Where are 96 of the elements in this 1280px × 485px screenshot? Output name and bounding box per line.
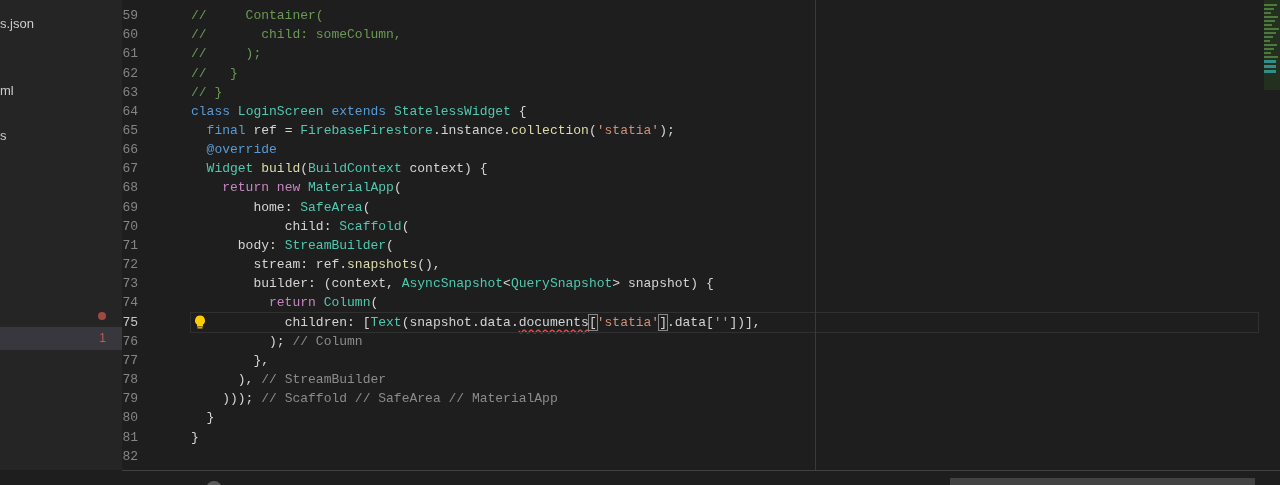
code-text: body: <box>237 237 277 253</box>
problem-count: 1 <box>99 331 106 346</box>
code-type: Text <box>370 314 402 330</box>
line-number: 78 <box>122 372 138 388</box>
line-number: 73 <box>122 276 138 292</box>
line-number: 72 <box>122 257 138 273</box>
code-text: ref = <box>253 123 293 138</box>
code-keyword: final <box>206 123 246 138</box>
code-text: }, <box>253 352 270 368</box>
code-type: MaterialApp <box>308 180 394 196</box>
line-number: 67 <box>122 161 138 177</box>
code-type: LoginScreen <box>237 103 324 119</box>
code-keyword: return <box>269 295 316 311</box>
line-number: 70 <box>122 218 138 234</box>
code-text: home: <box>253 199 293 215</box>
line-number: 59 <box>122 8 138 24</box>
code-text: < <box>503 276 511 292</box>
line-number: 64 <box>122 103 138 119</box>
line-number: 61 <box>122 46 138 62</box>
line-number: 74 <box>122 295 138 311</box>
code-text: ( <box>362 199 371 215</box>
line-number: 71 <box>122 237 138 253</box>
file-item[interactable]: s.json <box>0 12 122 35</box>
line-number: 77 <box>122 352 138 368</box>
code-text: } <box>191 429 199 445</box>
code-text: child: <box>284 218 332 234</box>
code-text: context) { <box>409 161 488 177</box>
code-keyword: @override <box>206 142 277 158</box>
code-type: Widget <box>206 161 254 177</box>
line-number: 80 <box>122 410 138 426</box>
code-comment: // } <box>191 84 223 100</box>
code-keyword: extends <box>331 103 387 119</box>
inline-hint: // StreamBuilder <box>261 372 387 388</box>
code-text: .data[ <box>666 314 714 330</box>
line-number: 79 <box>122 391 138 407</box>
code-text: ( <box>588 123 597 138</box>
code-text: .instance. <box>432 123 511 138</box>
code-type: StatelessWidget <box>393 103 511 119</box>
file-item[interactable]: s <box>0 124 122 147</box>
line-number: 82 <box>122 448 138 464</box>
code-type: Column <box>323 295 371 311</box>
line-number: 81 <box>122 429 138 445</box>
code-comment: // child: someColumn, <box>191 27 402 43</box>
code-comment: // Container( <box>191 8 324 24</box>
code-text: ))); <box>222 391 254 407</box>
line-number: 62 <box>122 65 138 81</box>
scrollbar-thumb[interactable] <box>950 478 1255 485</box>
code-keyword: return new <box>222 180 301 196</box>
inline-hint: // Scaffold // SafeArea // MaterialApp <box>261 391 558 407</box>
error-token: documents <box>518 314 589 330</box>
code-function: snapshots <box>347 257 418 273</box>
code-function: build <box>261 161 301 177</box>
line-number: 68 <box>122 180 138 196</box>
file-item[interactable]: ml <box>0 79 122 102</box>
code-text: stream: ref. <box>253 257 348 273</box>
code-type: QuerySnapshot <box>510 276 613 292</box>
line-number: 65 <box>122 123 138 138</box>
code-type: BuildContext <box>308 161 402 177</box>
code-text: ( <box>370 295 379 311</box>
code-type: AsyncSnapshot <box>401 276 504 292</box>
inline-hint: // Column <box>292 333 363 349</box>
code-type: SafeArea <box>300 199 363 215</box>
matched-bracket: [ <box>588 314 597 330</box>
code-string: '' <box>713 314 730 330</box>
line-number: 66 <box>122 142 138 158</box>
code-text: ), <box>237 372 254 388</box>
code-text: ); <box>659 123 675 138</box>
code-text: > snapshot) { <box>612 276 714 292</box>
line-number: 69 <box>122 199 138 215</box>
line-number: 60 <box>122 27 138 43</box>
code-text: children: [ <box>284 314 371 330</box>
code-text: ( <box>393 180 402 196</box>
code-function: collection <box>510 123 589 138</box>
line-number: 75 <box>122 314 138 330</box>
code-type: Scaffold <box>339 218 402 234</box>
code-comment: // } <box>191 65 238 81</box>
code-type: StreamBuilder <box>284 237 387 253</box>
code-text: builder: (context, <box>253 276 394 292</box>
code-text: } <box>206 410 215 426</box>
code-text: { <box>518 103 527 119</box>
code-text: (), <box>417 257 441 273</box>
code-text: ( <box>401 218 410 234</box>
code-keyword: class <box>191 103 230 119</box>
code-text: ])], <box>729 314 761 330</box>
code-comment: // ); <box>191 46 262 62</box>
code-string: 'statia' <box>596 314 660 330</box>
code-text: (snapshot.data. <box>401 314 519 330</box>
lightbulb-icon[interactable] <box>194 314 206 329</box>
code-text: ); <box>269 333 285 349</box>
code-text: ( <box>300 161 309 177</box>
code-string: 'statia' <box>596 123 660 138</box>
line-number: 76 <box>122 333 138 349</box>
code-text: ( <box>386 237 394 253</box>
line-number: 63 <box>122 84 138 100</box>
matched-bracket: ] <box>659 314 667 330</box>
code-type: FirebaseFirestore <box>300 123 433 138</box>
